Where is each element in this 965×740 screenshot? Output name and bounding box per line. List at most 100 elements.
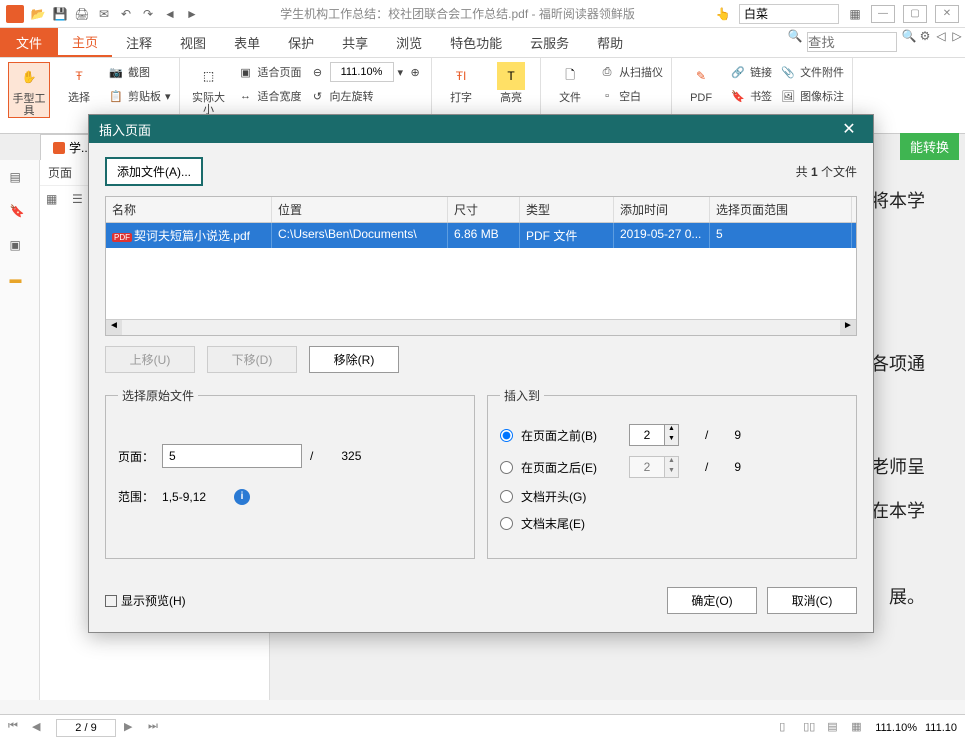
open-icon[interactable]: 📂 <box>30 6 46 22</box>
comments-panel-icon[interactable]: ▬ <box>10 272 30 292</box>
layers-panel-icon[interactable]: ▣ <box>10 238 30 258</box>
file-count: 共 1 个文件 <box>796 163 857 180</box>
hand-icon: ✋ <box>15 63 43 91</box>
menu-comment[interactable]: 注释 <box>112 28 166 57</box>
col-location[interactable]: 位置 <box>272 197 448 222</box>
col-range[interactable]: 选择页面范围 <box>710 197 852 222</box>
hand-tool[interactable]: ✋ 手型工具 <box>8 62 50 118</box>
blank-page[interactable]: ▫空白 <box>599 86 663 106</box>
menu-browse[interactable]: 浏览 <box>382 28 436 57</box>
table-scrollbar[interactable]: ◄► <box>106 319 856 335</box>
minimize-button[interactable]: — <box>871 5 895 23</box>
page-total: 325 <box>341 449 361 463</box>
thumb-icon[interactable]: ▦ <box>46 192 66 212</box>
menu-view[interactable]: 视图 <box>166 28 220 57</box>
search-folder-icon[interactable]: 🔍 <box>787 28 803 44</box>
page-input[interactable] <box>162 444 302 468</box>
dialog-close-button[interactable]: ✕ <box>835 115 863 143</box>
titlebar: 📂 💾 🖨 ✉ ↶ ↷ ◄ ► 学生机构工作总结：校社团联合会工作总结.pdf … <box>0 0 965 28</box>
doc-line: 展。 <box>889 576 925 619</box>
first-page-icon[interactable]: ⏮ <box>8 720 24 736</box>
radio-before[interactable] <box>500 429 513 442</box>
user-field[interactable] <box>739 4 839 24</box>
print-icon[interactable]: 🖨 <box>74 6 90 22</box>
menu-home[interactable]: 主页 <box>58 28 112 57</box>
move-down-button[interactable]: 下移(D) <box>207 346 297 373</box>
pdf-sign[interactable]: ✎PDF <box>680 62 722 104</box>
close-button[interactable]: ✕ <box>935 5 959 23</box>
col-type[interactable]: 类型 <box>520 197 614 222</box>
file-dropdown[interactable]: 🗋文件 <box>549 62 591 104</box>
move-up-button[interactable]: 上移(U) <box>105 346 195 373</box>
save-icon[interactable]: 💾 <box>52 6 68 22</box>
checkbox-icon <box>105 595 117 607</box>
find-input[interactable] <box>807 32 897 52</box>
layout-icon-1[interactable]: ▯ <box>779 720 795 736</box>
fitwidth-icon: ↔ <box>238 88 254 104</box>
clipboard-icon: 📋 <box>108 88 124 104</box>
rotate-left[interactable]: ↺向左旋转 <box>310 86 424 106</box>
layout-icon-3[interactable]: ▤ <box>827 720 843 736</box>
col-name[interactable]: 名称 <box>106 197 272 222</box>
menu-cloud[interactable]: 云服务 <box>516 28 583 57</box>
next-icon[interactable]: ► <box>184 6 200 22</box>
bookmark-button[interactable]: 🔖书签 <box>730 86 772 106</box>
prev-page-icon[interactable]: ◀ <box>32 720 48 736</box>
ok-button[interactable]: 确定(O) <box>667 587 757 614</box>
layout-icon-2[interactable]: ▯▯ <box>803 720 819 736</box>
prev-find-icon[interactable]: ◁ <box>933 28 949 44</box>
file-attach-button[interactable]: 📎文件附件 <box>780 62 844 82</box>
convert-button[interactable]: 能转换 <box>900 133 959 160</box>
menu-feature[interactable]: 特色功能 <box>436 28 516 57</box>
from-scanner[interactable]: ⎙从扫描仪 <box>599 62 663 82</box>
bookmark-panel-icon[interactable]: 🔖 <box>10 204 30 224</box>
remove-button[interactable]: 移除(R) <box>309 346 399 373</box>
redo-icon[interactable]: ↷ <box>140 6 156 22</box>
menu-help[interactable]: 帮助 <box>583 28 637 57</box>
menu-share[interactable]: 共享 <box>328 28 382 57</box>
undo-icon[interactable]: ↶ <box>118 6 134 22</box>
highlight-tool[interactable]: T高亮 <box>490 62 532 104</box>
pages-panel-icon[interactable]: ▤ <box>10 170 30 190</box>
zoom-input[interactable] <box>330 62 394 82</box>
last-page-icon[interactable]: ⏭ <box>148 720 164 736</box>
select-tool[interactable]: Ŧ 选择 <box>58 62 100 104</box>
table-row[interactable]: PDF契诃夫短篇小说选.pdf C:\Users\Ben\Documents\ … <box>106 223 856 248</box>
layout-icon-4[interactable]: ▦ <box>851 720 867 736</box>
maximize-button[interactable]: ▢ <box>903 5 927 23</box>
link-button[interactable]: 🔗链接 <box>730 62 772 82</box>
zoom-out-icon[interactable]: ⊖ <box>310 64 326 80</box>
menu-protect[interactable]: 保护 <box>274 28 328 57</box>
next-page-icon[interactable]: ▶ <box>124 720 140 736</box>
radio-doc-end[interactable] <box>500 517 513 530</box>
zoom-in-icon[interactable]: ⊕ <box>407 64 423 80</box>
before-page-spinner[interactable]: ▲▼ <box>629 424 679 446</box>
menu-form[interactable]: 表单 <box>220 28 274 57</box>
radio-after[interactable] <box>500 461 513 474</box>
mail-icon[interactable]: ✉ <box>96 6 112 22</box>
prev-icon[interactable]: ◄ <box>162 6 178 22</box>
gear-icon[interactable]: ⚙ <box>917 28 933 44</box>
fit-page[interactable]: ▣适合页面 <box>238 62 302 82</box>
page-number-input[interactable] <box>56 719 116 737</box>
grid-icon[interactable]: ▦ <box>847 6 863 22</box>
snapshot-button[interactable]: 📷截图 <box>108 62 171 82</box>
find-button-icon[interactable]: 🔍 <box>901 28 917 44</box>
typewriter-tool[interactable]: ŦI打字 <box>440 62 482 104</box>
radio-doc-start[interactable] <box>500 490 513 503</box>
cancel-button[interactable]: 取消(C) <box>767 587 857 614</box>
rotate-left-icon: ↺ <box>310 88 326 104</box>
add-file-button[interactable]: 添加文件(A)... <box>105 157 203 186</box>
fit-width[interactable]: ↔适合宽度 <box>238 86 302 106</box>
menu-file[interactable]: 文件 <box>0 28 58 57</box>
col-date[interactable]: 添加时间 <box>614 197 710 222</box>
actual-size[interactable]: ⬚ 实际大小 <box>188 62 230 116</box>
info-icon[interactable]: i <box>234 489 250 505</box>
insert-legend: 插入到 <box>500 387 544 404</box>
hand-pointer-icon[interactable]: 👆 <box>715 6 731 22</box>
col-size[interactable]: 尺寸 <box>448 197 520 222</box>
image-annot-button[interactable]: 🖼图像标注 <box>780 86 844 106</box>
show-preview-checkbox[interactable]: 显示预览(H) <box>105 592 186 609</box>
clipboard-button[interactable]: 📋剪贴板 ▾ <box>108 86 171 106</box>
next-find-icon[interactable]: ▷ <box>949 28 965 44</box>
